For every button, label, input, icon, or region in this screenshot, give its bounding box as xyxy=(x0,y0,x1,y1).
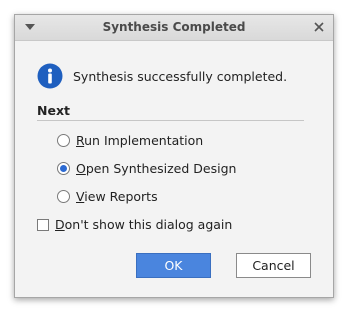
radio-label: Open Synthesized Design xyxy=(76,161,237,176)
close-icon[interactable] xyxy=(311,19,327,35)
radio-label: View Reports xyxy=(76,189,158,204)
radio-button[interactable] xyxy=(57,162,70,175)
radio-button[interactable] xyxy=(57,190,70,203)
synthesis-completed-dialog: Synthesis Completed Synthesis successful… xyxy=(14,14,334,298)
dont-show-again-label: Don't show this dialog again xyxy=(55,217,233,232)
radio-label: Run Implementation xyxy=(76,133,204,148)
title-bar: Synthesis Completed xyxy=(15,15,333,41)
info-message-row: Synthesis successfully completed. xyxy=(37,63,287,89)
dont-show-again-row[interactable]: Don't show this dialog again xyxy=(37,217,232,232)
cancel-button[interactable]: Cancel xyxy=(236,253,311,278)
info-message: Synthesis successfully completed. xyxy=(73,68,288,84)
radio-button[interactable] xyxy=(57,134,70,147)
radio-run-implementation[interactable]: Run Implementation xyxy=(57,133,203,148)
ok-button[interactable]: OK xyxy=(136,253,211,278)
dialog-title: Synthesis Completed xyxy=(102,20,246,34)
radio-view-reports[interactable]: View Reports xyxy=(57,189,158,204)
section-divider xyxy=(37,120,304,121)
dont-show-again-checkbox[interactable] xyxy=(37,218,49,231)
radio-open-synthesized-design[interactable]: Open Synthesized Design xyxy=(57,161,236,176)
info-icon xyxy=(37,63,63,89)
next-section-label: Next xyxy=(37,103,70,118)
